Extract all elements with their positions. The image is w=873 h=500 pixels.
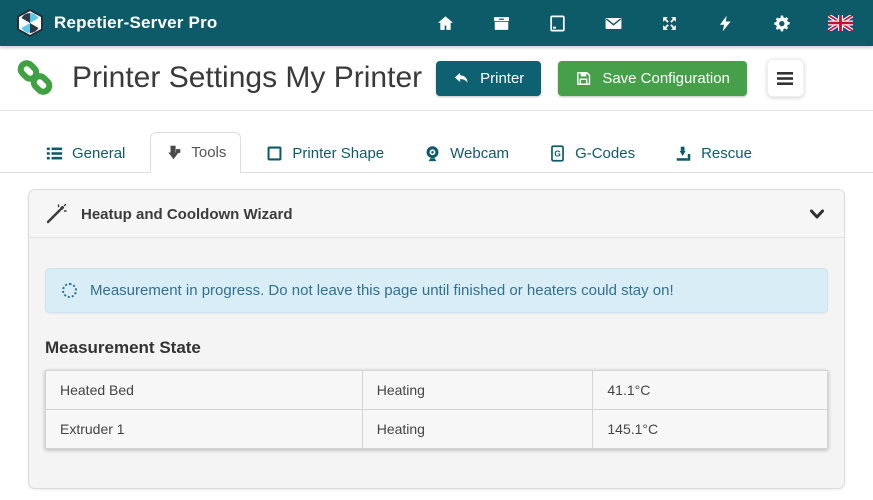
more-menu-button[interactable] bbox=[767, 59, 804, 97]
webcam-icon bbox=[424, 145, 441, 162]
tab-printer-shape-label: Printer Shape bbox=[292, 145, 384, 162]
tab-rescue-label: Rescue bbox=[701, 145, 752, 162]
wizard-panel-header[interactable]: Heatup and Cooldown Wizard bbox=[29, 190, 844, 238]
wizard-panel-body: Measurement in progress. Do not leave th… bbox=[29, 238, 844, 489]
alert-text: Measurement in progress. Do not leave th… bbox=[90, 282, 674, 299]
tab-tools[interactable]: Tools bbox=[150, 132, 241, 173]
save-configuration-label: Save Configuration bbox=[602, 70, 730, 87]
touch-interface-icon[interactable] bbox=[548, 14, 567, 33]
language-flag-icon[interactable] bbox=[828, 15, 853, 31]
tab-webcam[interactable]: Webcam bbox=[409, 133, 524, 173]
tab-printer-shape[interactable]: Printer Shape bbox=[251, 133, 399, 173]
heater-temp-cell: 41.1°C bbox=[593, 371, 828, 410]
gcode-file-icon: G bbox=[549, 145, 566, 162]
back-to-printer-label: Printer bbox=[480, 70, 524, 87]
collapse-chevron-down-icon[interactable] bbox=[808, 205, 826, 223]
tab-gcodes-label: G-Codes bbox=[575, 145, 635, 162]
table-row-extruder-1: Extruder 1 Heating 145.1°C bbox=[46, 410, 828, 449]
save-icon bbox=[575, 70, 592, 87]
tab-webcam-label: Webcam bbox=[450, 145, 509, 162]
brand-title: Repetier-Server Pro bbox=[54, 13, 217, 33]
measurement-state-heading: Measurement State bbox=[45, 338, 828, 358]
wizard-panel-title: Heatup and Cooldown Wizard bbox=[81, 206, 293, 223]
printer-box-icon[interactable] bbox=[492, 14, 511, 33]
heater-state-cell: Heating bbox=[362, 371, 593, 410]
top-navbar: Repetier-Server Pro bbox=[0, 0, 873, 46]
header-buttons: Printer Save Configuration bbox=[436, 59, 804, 97]
save-configuration-button[interactable]: Save Configuration bbox=[558, 61, 747, 96]
messages-icon[interactable] bbox=[604, 14, 623, 33]
heater-state-cell: Heating bbox=[362, 410, 593, 449]
page-title: Printer Settings My Printer bbox=[72, 61, 422, 95]
back-to-printer-button[interactable]: Printer bbox=[436, 61, 541, 96]
fullscreen-icon[interactable] bbox=[660, 14, 679, 33]
back-arrow-icon bbox=[453, 70, 470, 87]
tab-general[interactable]: General bbox=[31, 133, 140, 173]
measurement-state-table: Heated Bed Heating 41.1°C Extruder 1 Hea… bbox=[45, 370, 828, 449]
printer-link-icon bbox=[12, 55, 58, 101]
tab-rescue[interactable]: Rescue bbox=[660, 133, 767, 173]
measurement-progress-alert: Measurement in progress. Do not leave th… bbox=[45, 268, 828, 313]
settings-tab-bar: General Tools Printer Shape Webcam bbox=[0, 111, 873, 173]
navbar-icon-group bbox=[436, 14, 859, 33]
heater-name-cell: Heated Bed bbox=[46, 371, 363, 410]
tab-general-label: General bbox=[72, 145, 125, 162]
square-outline-icon bbox=[266, 145, 283, 162]
home-icon[interactable] bbox=[436, 14, 455, 33]
page-header: Printer Settings My Printer Printer Save… bbox=[0, 46, 873, 111]
table-row-heated-bed: Heated Bed Heating 41.1°C bbox=[46, 371, 828, 410]
spinner-icon bbox=[62, 283, 77, 298]
repetier-logo-icon bbox=[16, 9, 44, 37]
tab-gcodes[interactable]: G G-Codes bbox=[534, 133, 650, 173]
heatup-cooldown-wizard-panel: Heatup and Cooldown Wizard Measurement i… bbox=[28, 189, 845, 489]
extruder-icon bbox=[165, 144, 182, 161]
svg-text:G: G bbox=[554, 149, 561, 159]
rescue-icon bbox=[675, 145, 692, 162]
magic-wand-icon bbox=[45, 203, 67, 225]
global-settings-icon[interactable] bbox=[772, 14, 791, 33]
quick-commands-icon[interactable] bbox=[716, 14, 735, 33]
list-icon bbox=[46, 145, 63, 162]
brand-home-link[interactable]: Repetier-Server Pro bbox=[16, 9, 217, 37]
heater-temp-cell: 145.1°C bbox=[593, 410, 828, 449]
tab-tools-label: Tools bbox=[191, 144, 226, 161]
hamburger-icon bbox=[777, 72, 793, 85]
heater-name-cell: Extruder 1 bbox=[46, 410, 363, 449]
